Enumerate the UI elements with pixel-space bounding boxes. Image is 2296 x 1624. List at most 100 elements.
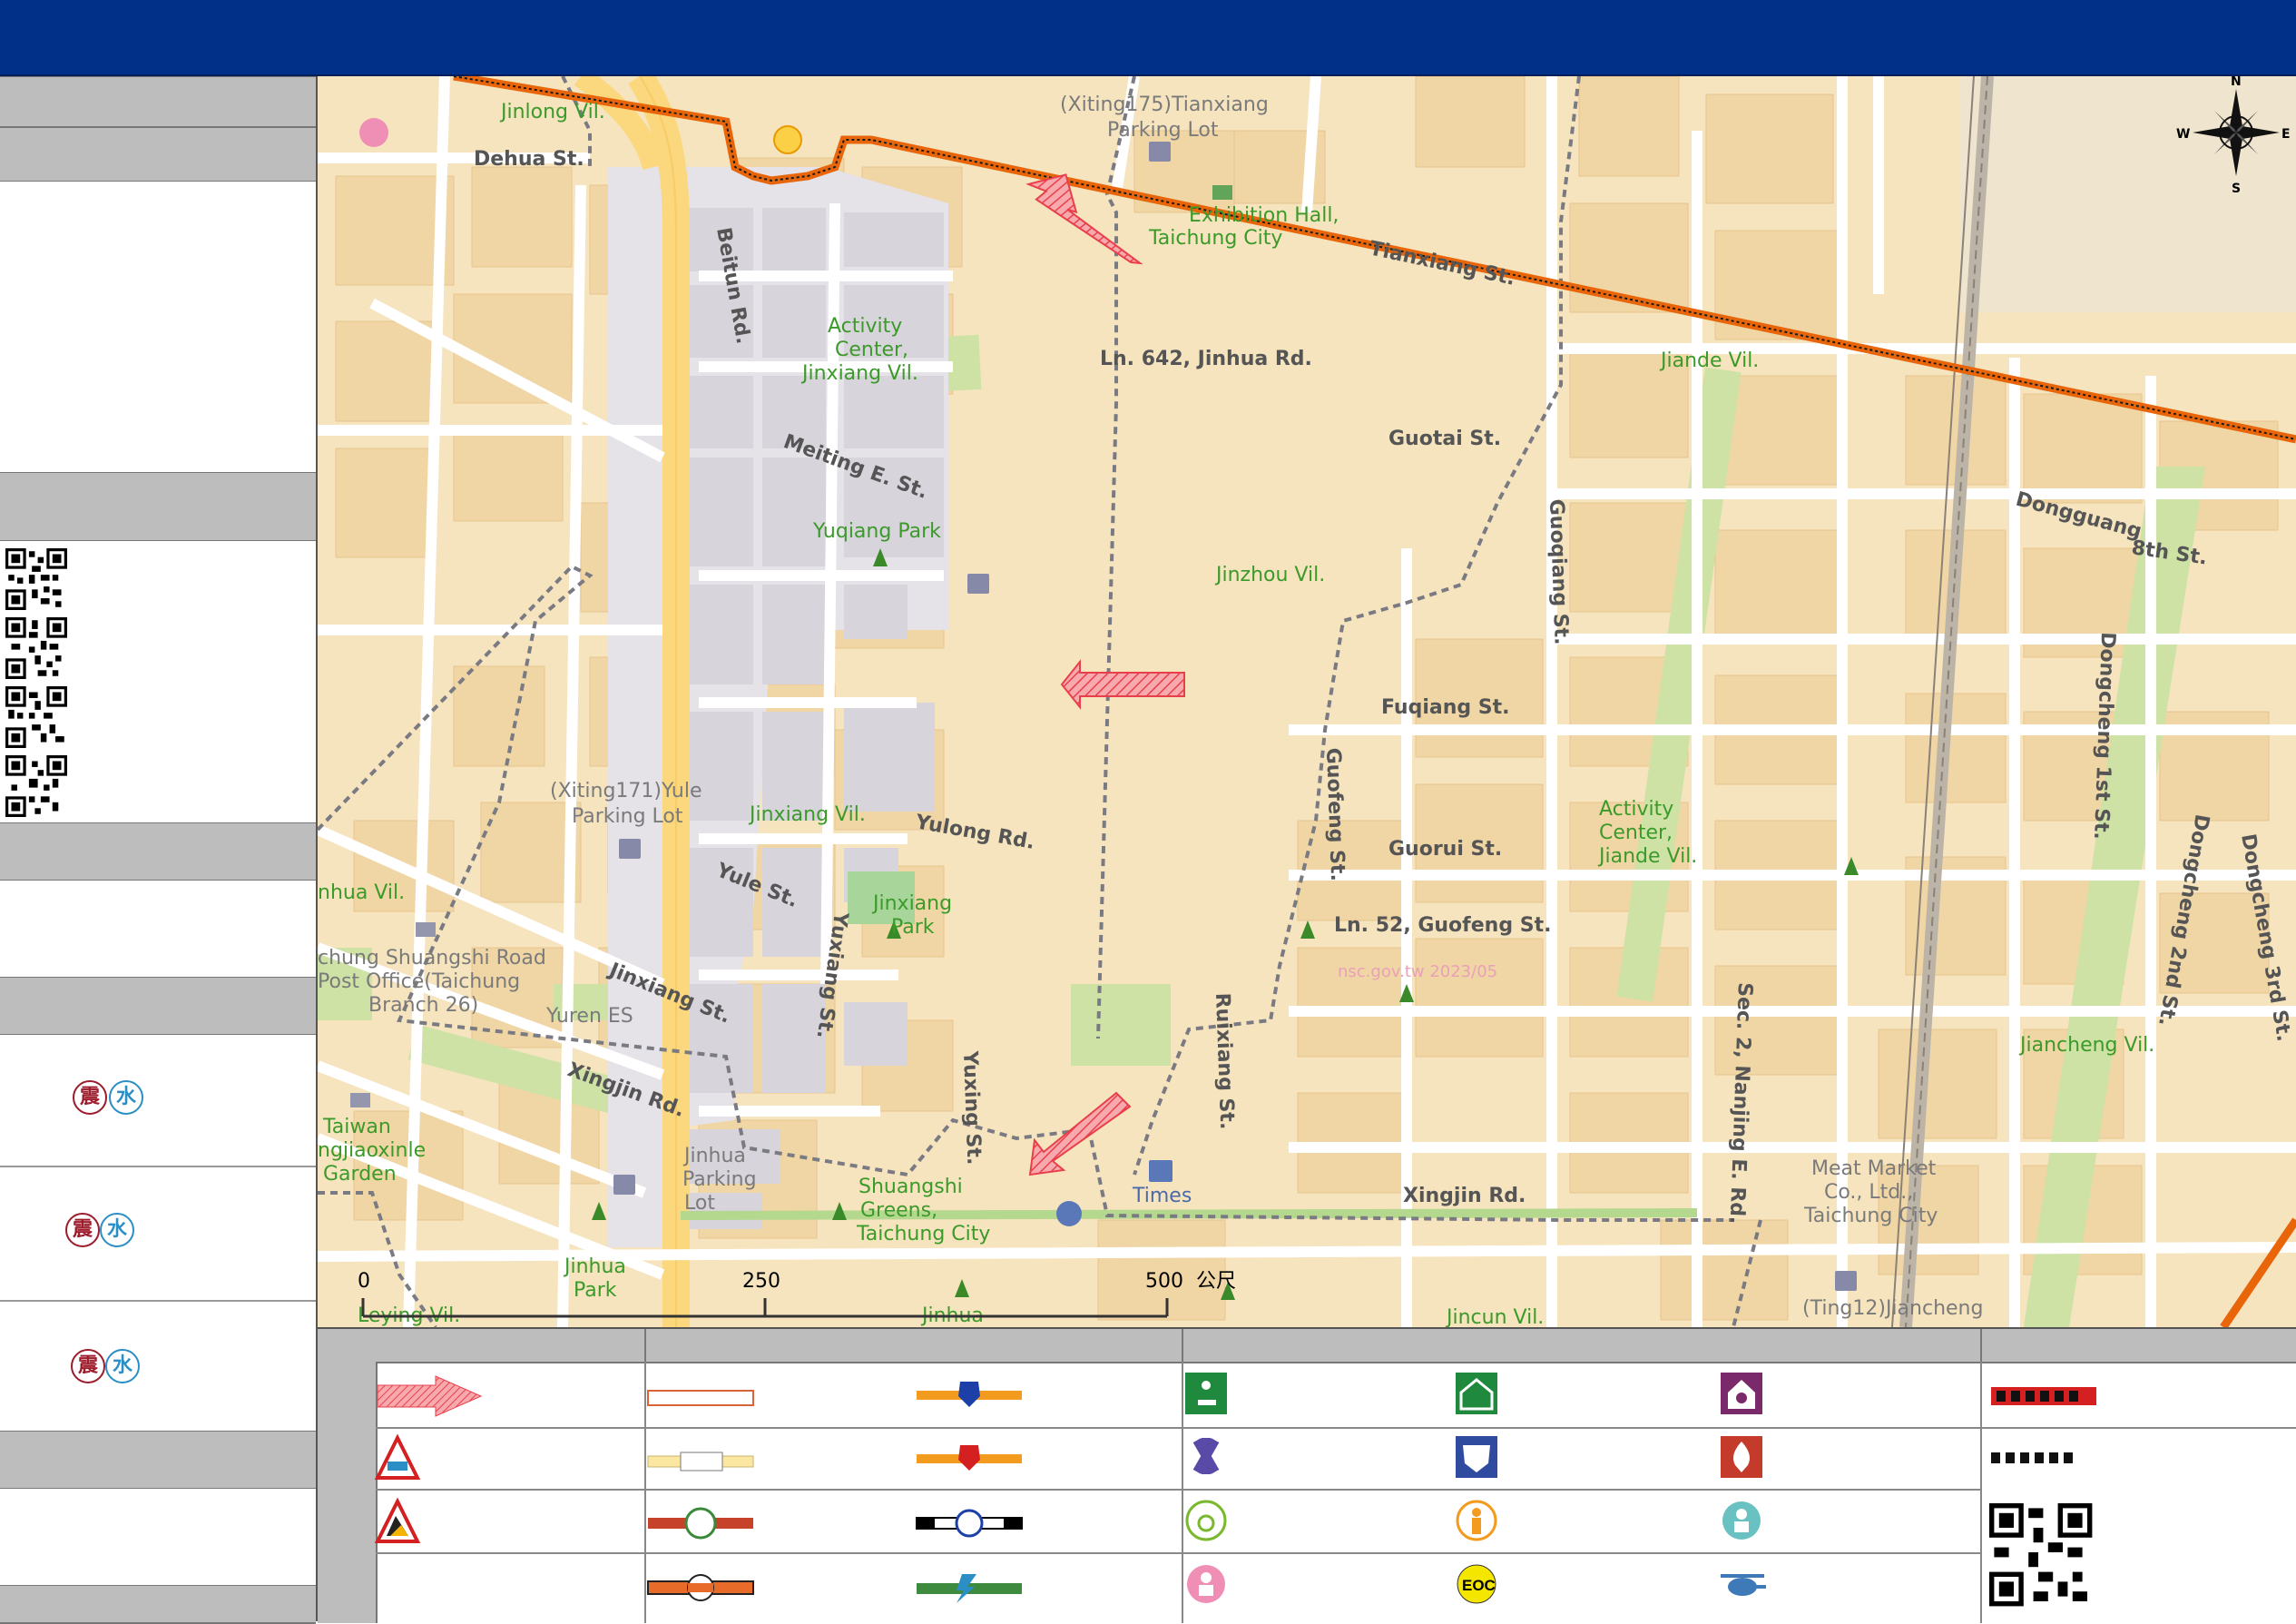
place-label: Garden [323, 1163, 397, 1186]
compass-east: E [2281, 127, 2291, 142]
parking-icon [1835, 1271, 1857, 1291]
scale-unit-label: 公尺 [1196, 1270, 1236, 1293]
street-label: Dehua St. [474, 148, 584, 171]
qr-code-panel [0, 541, 316, 821]
place-label: ngjiaoxinle [318, 1139, 426, 1162]
elderly-care-icon [1456, 1500, 1497, 1541]
social-welfare-icon [1721, 1373, 1762, 1414]
village-label: Jinzhou Vil. [1214, 564, 1325, 586]
map-canvas[interactable]: Jinlong Vil. Dehua St. (Xiting175)Tianxi… [318, 76, 2296, 1327]
map-view[interactable]: Jinlong Vil. Dehua St. (Xiting175)Tianxi… [318, 76, 2296, 1327]
title-bar [0, 0, 2296, 76]
gas-station-icon [1056, 1201, 1082, 1226]
parking-icon [1149, 142, 1171, 162]
map-legend: EOC [318, 1327, 2296, 1623]
place-label: chung Shuangshi Road [318, 947, 546, 969]
sidebar-footer-panel [0, 1489, 316, 1583]
boundary-line-red [1991, 1387, 2096, 1405]
map-open-area [1960, 76, 2296, 312]
highway-symbol-blue [917, 1382, 1022, 1407]
sidebar-header-1 [0, 76, 316, 128]
sidebar-header-5 [0, 977, 316, 1036]
place-label: Taichung City [1803, 1205, 1938, 1227]
compass-west: W [2176, 127, 2190, 142]
boundary-line-black [1991, 1452, 2073, 1463]
sidebar: 震 水 震 水 震 水 [0, 76, 318, 1624]
qr-code-1[interactable] [5, 548, 67, 610]
place-label: Park [574, 1279, 617, 1302]
place-label: Jinxiang Vil. [800, 362, 918, 385]
street-label: Ln. 642, Jinhua Rd. [1100, 348, 1312, 370]
earthquake-icon: 震 [71, 1349, 105, 1383]
medical-icon [1192, 1438, 1220, 1474]
village-label: Jiancheng Vil. [2018, 1034, 2154, 1057]
scale-tick-label: 250 [742, 1270, 780, 1293]
street-label: Fuqiang St. [1381, 696, 1510, 719]
parking-icon [1149, 1160, 1173, 1182]
road-symbol-provincial [648, 1507, 753, 1540]
shelter-divider [0, 1166, 316, 1167]
legend-symbols: EOC [374, 1373, 2096, 1607]
road-symbol-white [647, 1390, 754, 1406]
place-label: Greens, [860, 1199, 937, 1222]
earthquake-icon: 震 [73, 1080, 107, 1115]
place-label: Branch 26) [368, 994, 478, 1017]
place-label: Taiwan [322, 1116, 391, 1138]
place-label: Center, [1599, 822, 1673, 844]
landslide-warning-icon [374, 1497, 421, 1543]
evacuation-arrow-icon [377, 1375, 483, 1417]
flood-icon: 水 [100, 1213, 134, 1247]
sidebar-note-panel [0, 881, 316, 975]
helicopter-icon [1721, 1574, 1766, 1596]
parking-icon [619, 839, 641, 859]
street-label: Guotai St. [1388, 428, 1501, 450]
qr-code-3[interactable] [5, 686, 67, 748]
sidebar-info-panel [0, 182, 316, 472]
street-label: Yuxing St. [958, 1049, 985, 1165]
street-label: Guofeng St. [1321, 747, 1349, 881]
place-label: (Ting12)Jiancheng [1802, 1297, 1983, 1320]
place-label: Parking Lot [1107, 119, 1219, 142]
qr-code-2[interactable] [5, 617, 67, 679]
earthquake-icon: 震 [65, 1213, 100, 1247]
place-label: Post Office(Taichung [318, 970, 520, 993]
street-label: Xingjin Rd. [1403, 1185, 1526, 1207]
place-label: Taichung City [856, 1223, 990, 1245]
place-label: Jinhua [563, 1255, 626, 1278]
eoc-label: EOC [1462, 1577, 1496, 1594]
qr-code-4[interactable] [5, 755, 67, 817]
village-label: Jinxiang Vil. [748, 803, 866, 826]
place-label: (Xiting175)Tianxiang [1060, 94, 1269, 116]
wheelchair-icon [1185, 1500, 1227, 1541]
post-office-icon [416, 922, 436, 937]
place-label: Activity [1599, 798, 1673, 821]
place-label: Activity [828, 315, 902, 338]
parking-icon [613, 1175, 635, 1195]
flood-icon: 水 [105, 1349, 140, 1383]
flood-icon: 水 [109, 1080, 143, 1115]
legend-qr-code [1989, 1503, 2093, 1607]
place-label: (Xiting171)Yule [550, 780, 702, 802]
village-label: Jincun Vil. [1445, 1306, 1544, 1327]
place-label: Lot [684, 1192, 715, 1215]
highway-symbol-red [917, 1445, 1022, 1471]
road-symbol-expressway [647, 1574, 754, 1601]
sidebar-header-4 [0, 822, 316, 881]
childcare-icon [1187, 1565, 1225, 1603]
street-label: Ruixiang St. [1211, 992, 1238, 1129]
place-label: Park [891, 916, 935, 939]
flood-warning-icon [374, 1433, 421, 1480]
police-icon [1456, 1436, 1497, 1478]
place-label: Yuren ES [545, 1005, 633, 1028]
fire-station-icon [1721, 1436, 1762, 1478]
elderly-care-icon [773, 125, 802, 154]
compass-south: S [2232, 182, 2241, 196]
railway-symbol [916, 1509, 1023, 1538]
scale-tick-label: 500 [1145, 1270, 1183, 1293]
sidebar-header-3 [0, 472, 316, 542]
shelter-divider [0, 1300, 316, 1302]
evacuation-site-icon [1185, 1373, 1227, 1414]
camera-icon [350, 1093, 370, 1107]
place-label: Jinxiang [871, 892, 952, 915]
place-label: Taichung City [1148, 227, 1282, 250]
